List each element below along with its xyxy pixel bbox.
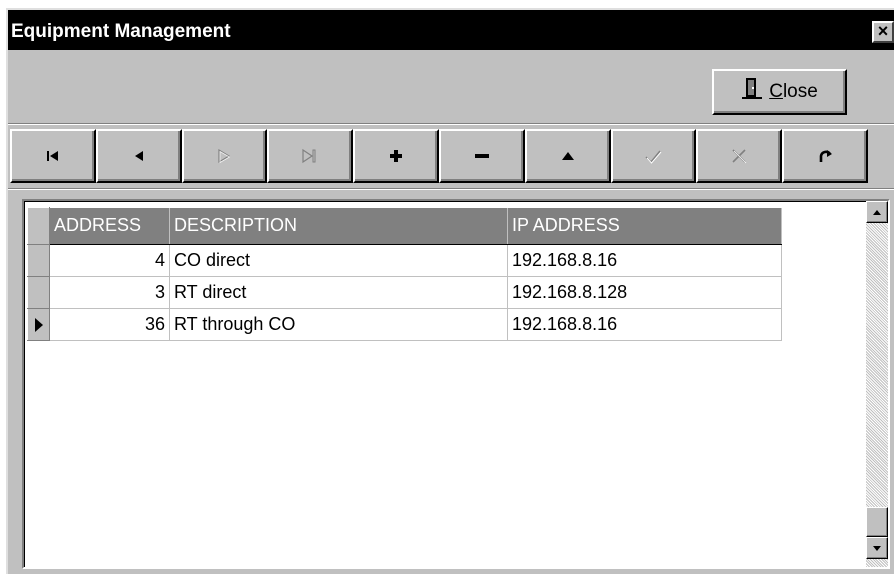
- cell-ip-address[interactable]: 192.168.8.16: [507, 244, 782, 277]
- up-triangle-icon: [561, 152, 574, 160]
- door-icon: [741, 77, 763, 107]
- row-indicator[interactable]: [27, 276, 50, 309]
- table-row[interactable]: 4 CO direct 192.168.8.16: [27, 244, 782, 277]
- column-header-address[interactable]: ADDRESS: [49, 207, 170, 245]
- table-row[interactable]: 3 RT direct 192.168.8.128: [27, 276, 782, 309]
- grid-separator: [8, 188, 894, 190]
- column-header-description[interactable]: DESCRIPTION: [169, 207, 508, 245]
- last-icon: [302, 148, 316, 164]
- close-button-label: Close: [769, 81, 818, 102]
- cross-icon: [732, 149, 747, 164]
- refresh-icon: [819, 150, 833, 162]
- window-close-button[interactable]: ×: [872, 21, 894, 43]
- grid-header-row: ADDRESS DESCRIPTION IP ADDRESS: [27, 207, 782, 245]
- minus-icon: [474, 154, 489, 158]
- scroll-up-button[interactable]: [866, 201, 888, 223]
- delete-record-button[interactable]: [438, 129, 525, 183]
- post-edit-button[interactable]: [610, 129, 697, 183]
- record-navigator: [10, 129, 868, 183]
- cell-ip-address[interactable]: 192.168.8.128: [507, 276, 782, 309]
- cell-description[interactable]: CO direct: [169, 244, 508, 277]
- first-icon: [46, 151, 58, 161]
- cell-ip-address[interactable]: 192.168.8.16: [507, 308, 782, 341]
- edit-record-button[interactable]: [524, 129, 611, 183]
- cell-address[interactable]: 3: [49, 276, 170, 309]
- cell-address[interactable]: 4: [49, 244, 170, 277]
- prior-icon: [134, 151, 143, 161]
- scroll-up-arrow-icon: [873, 209, 881, 215]
- table-row[interactable]: 36 RT through CO 192.168.8.16: [27, 308, 782, 341]
- scroll-thumb[interactable]: [866, 507, 888, 537]
- current-row-pointer-icon: [34, 317, 43, 332]
- row-indicator-current[interactable]: [27, 308, 50, 341]
- checkmark-icon: [645, 150, 662, 164]
- cell-address[interactable]: 36: [49, 308, 170, 341]
- refresh-data-button[interactable]: [782, 129, 868, 183]
- row-indicator[interactable]: [27, 244, 50, 277]
- first-record-button[interactable]: [10, 129, 96, 183]
- title-bar: Equipment Management ×: [8, 10, 894, 50]
- close-button[interactable]: Close: [712, 69, 847, 115]
- scroll-down-button[interactable]: [866, 537, 888, 559]
- equipment-management-window: Equipment Management × Close ADDRESS DES…: [6, 8, 894, 574]
- scroll-down-arrow-icon: [873, 545, 881, 551]
- last-record-button[interactable]: [267, 129, 354, 183]
- toolbar-separator: [8, 123, 894, 125]
- equipment-table: ADDRESS DESCRIPTION IP ADDRESS 4 CO dire…: [27, 207, 782, 341]
- close-x-icon: ×: [877, 21, 889, 41]
- column-header-ip-address[interactable]: IP ADDRESS: [507, 207, 782, 245]
- equipment-grid: ADDRESS DESCRIPTION IP ADDRESS 4 CO dire…: [22, 199, 890, 569]
- header-indicator-cell: [27, 207, 50, 245]
- cancel-edit-button[interactable]: [696, 129, 783, 183]
- next-record-button[interactable]: [181, 129, 268, 183]
- plus-icon: [390, 150, 403, 162]
- next-icon: [218, 148, 231, 164]
- insert-record-button[interactable]: [353, 129, 439, 183]
- cell-description[interactable]: RT direct: [169, 276, 508, 309]
- vertical-scrollbar[interactable]: [866, 201, 888, 567]
- window-title: Equipment Management: [11, 21, 231, 42]
- prior-record-button[interactable]: [95, 129, 182, 183]
- cell-description[interactable]: RT through CO: [169, 308, 508, 341]
